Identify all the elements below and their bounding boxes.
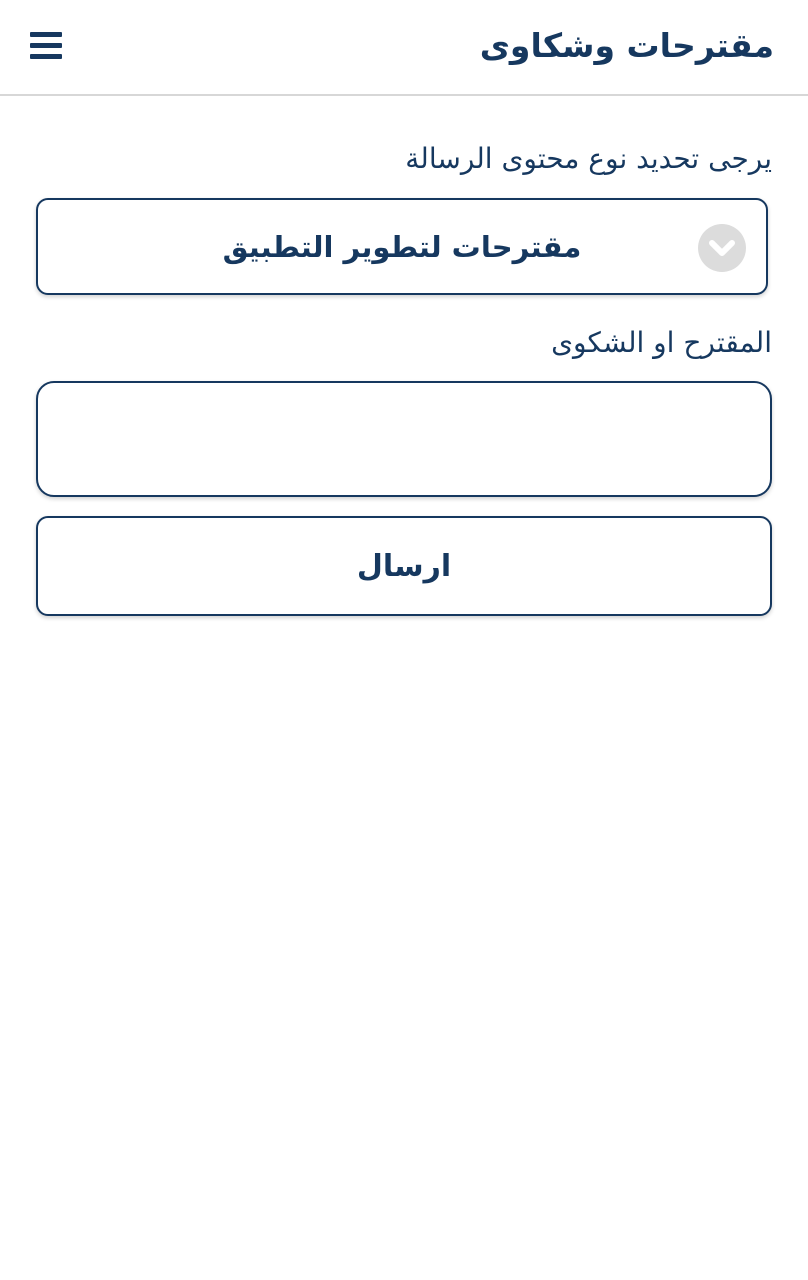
menu-bar-line [30,43,62,48]
message-type-selected-value: مقترحات لتطوير التطبيق [222,230,582,264]
hamburger-menu-icon[interactable] [30,28,64,62]
menu-bar-line [30,54,62,59]
app-bar: مقترحات وشكاوى [0,0,808,96]
message-type-select[interactable]: مقترحات لتطوير التطبيق [36,198,768,295]
send-button-label: ارسال [356,549,452,584]
page-title: مقترحات وشكاوى [479,26,774,65]
menu-bar-line [30,32,62,37]
chevron-down-circle-icon [698,224,746,272]
message-type-label: يرجى تحديد نوع محتوى الرسالة [405,142,772,175]
suggestions-complaints-screen: مقترحات وشكاوى يرجى تحديد نوع محتوى الرس… [0,0,808,1280]
send-button[interactable]: ارسال [36,516,772,616]
message-text-input[interactable] [36,381,772,497]
message-label: المقترح او الشكوى [551,326,772,359]
